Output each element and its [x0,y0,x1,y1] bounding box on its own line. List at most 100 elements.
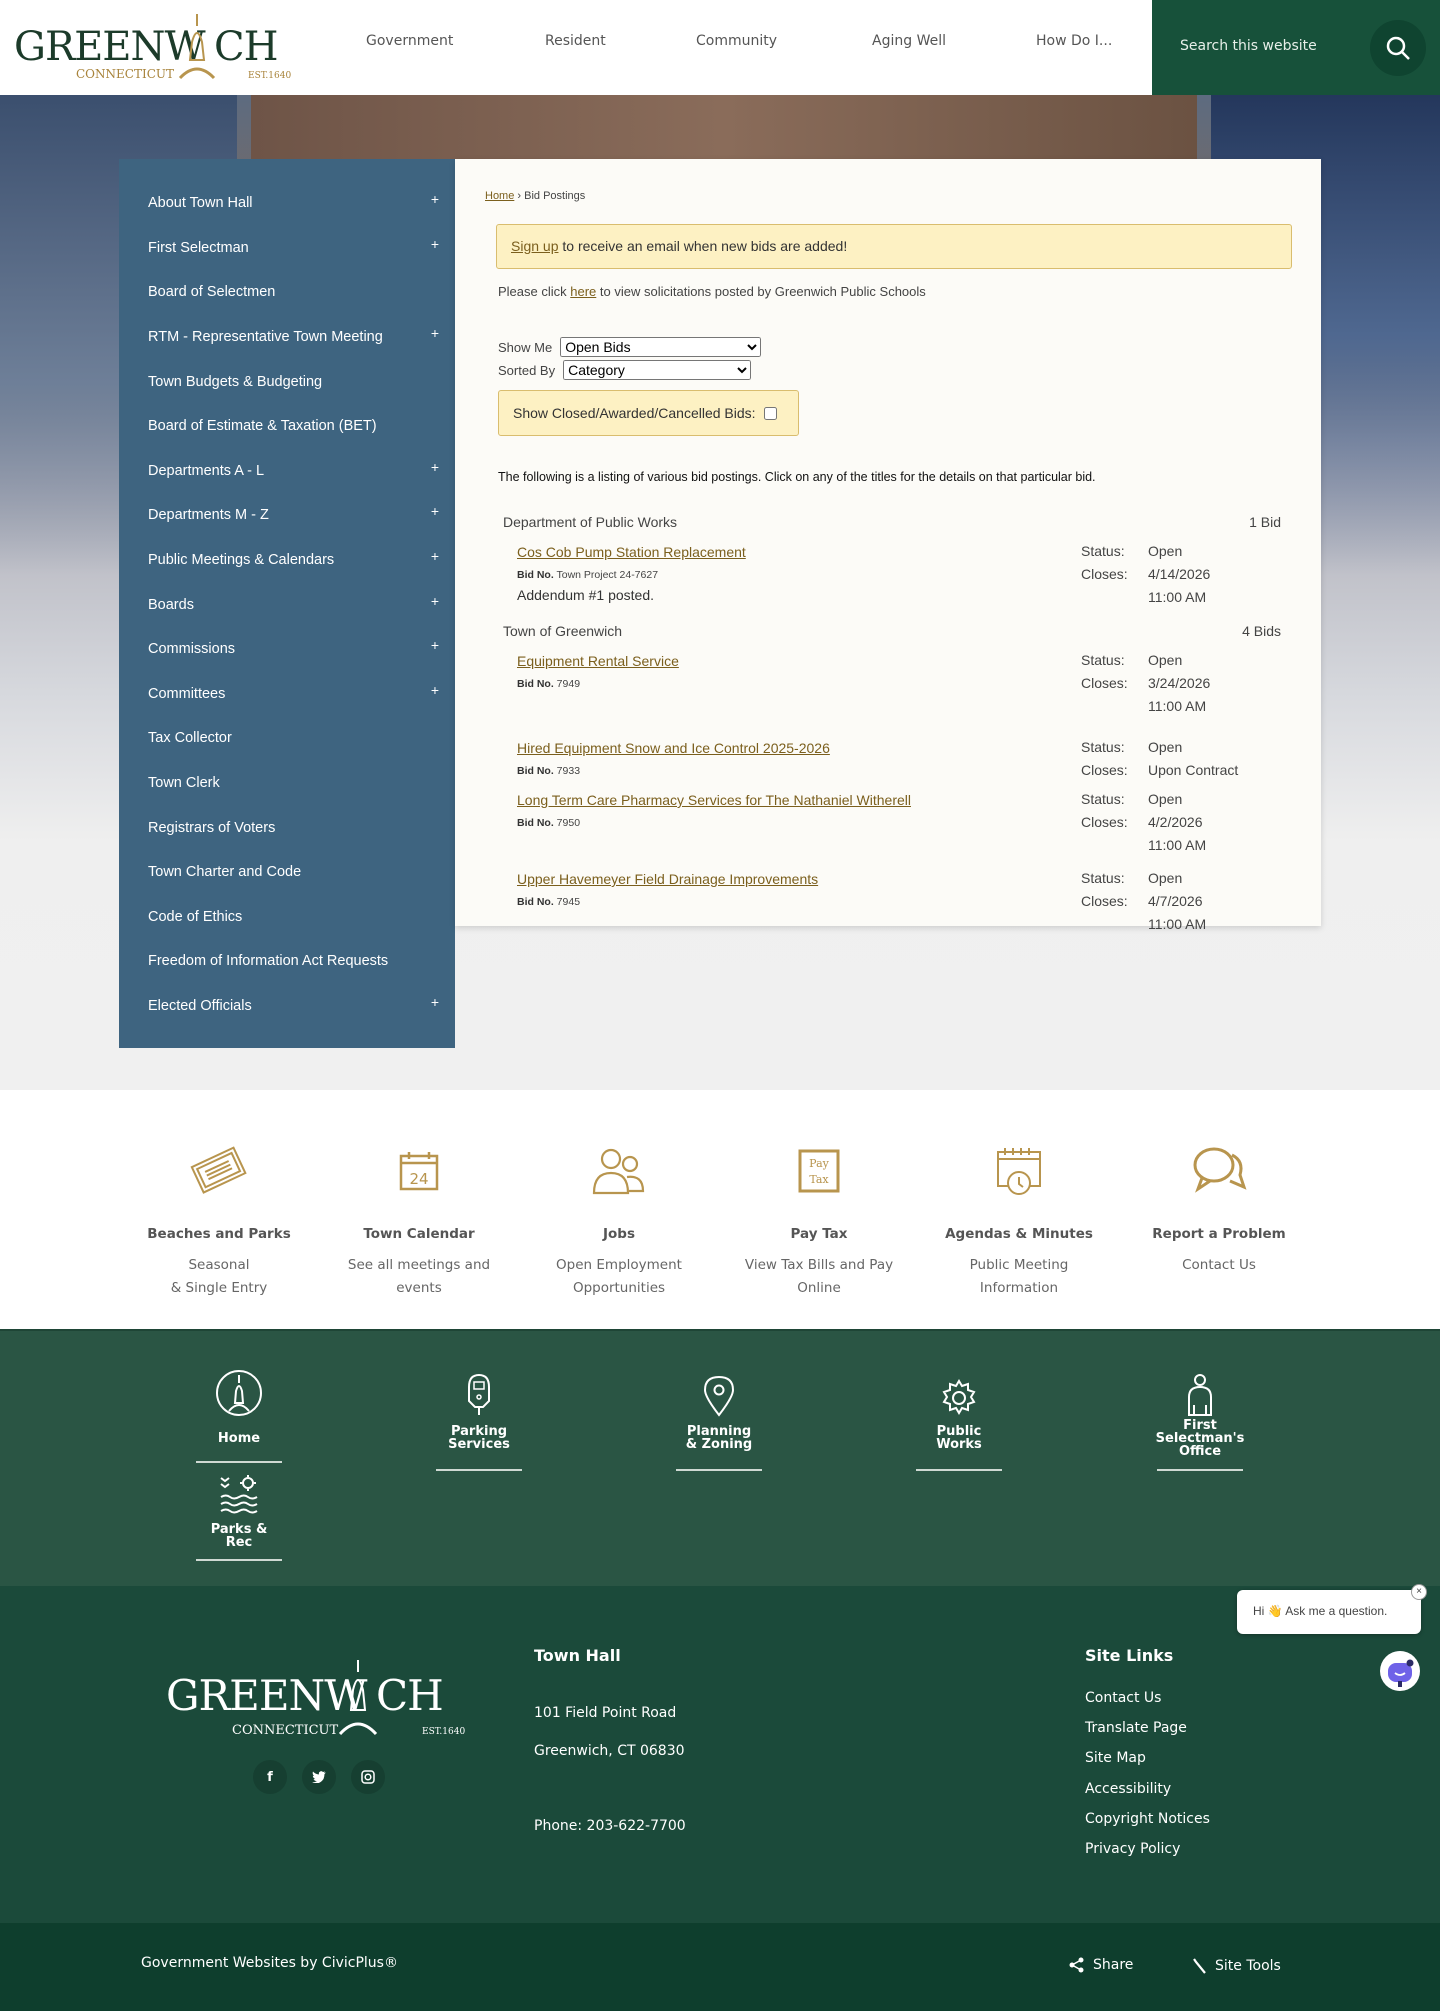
sidebar-item[interactable]: Registrars of Voters [119,805,455,850]
quick-link-town-calendar[interactable]: 24 Town Calendar See all meetings and even… [319,1140,519,1300]
category-count: 4 Bids [1242,623,1281,639]
expand-plus-icon[interactable]: + [431,503,439,519]
dept-nav-parking-services[interactable]: Parking Services [436,1365,522,1471]
sorted-by-label: Sorted By [498,362,556,378]
site-link[interactable]: Copyright Notices [1085,1811,1210,1841]
sidebar-item-label: Tax Collector [148,730,232,747]
parking-meter-icon [436,1365,522,1417]
sidebar-item[interactable]: Freedom of Information Act Requests [119,939,455,984]
closes-value: 4/7/2026 11:00 AM [1148,893,1207,932]
expand-plus-icon[interactable]: + [431,548,439,564]
sidebar-item[interactable]: Elected Officials + [119,984,455,1029]
bid-title-link[interactable]: Long Term Care Pharmacy Services for The… [517,792,1081,808]
dept-nav-planning-zoning[interactable]: Planning & Zoning [676,1365,762,1471]
dept-nav-parks-rec[interactable]: Parks & Rec [196,1463,282,1561]
nav-government[interactable]: Government [366,33,453,49]
sidebar-nav: About Town Hall + First Selectman + Board of… [119,159,455,1048]
svg-text:CH: CH [214,24,278,70]
search-button[interactable] [1370,20,1426,76]
greenwich-logo[interactable]: GREENW CH CONNECTICUT EST.1640 [14,12,304,84]
site-link[interactable]: Translate Page [1085,1720,1210,1750]
bid-number-label: Bid No. [517,765,554,777]
nav-community[interactable]: Community [696,33,777,49]
site-link[interactable]: Site Map [1085,1750,1210,1780]
bid-title-link[interactable]: Equipment Rental Service [517,653,1081,669]
site-tools-button[interactable]: Site Tools [1191,1957,1281,1975]
sidebar-item[interactable]: Departments M - Z + [119,493,455,538]
nav-how-do-i[interactable]: How Do I... [1036,33,1112,49]
svg-text:CONNECTICUT: CONNECTICUT [232,1723,339,1738]
dept-nav-label: Parking Services [448,1424,510,1452]
underline [916,1469,1002,1471]
chatbot-avatar[interactable] [1380,1651,1420,1691]
sidebar-item[interactable]: Committees + [119,672,455,717]
breadcrumb-home[interactable]: Home [485,190,514,202]
quick-link-beaches-and-parks[interactable]: Beaches and Parks Seasonal & Single Entry [119,1140,319,1300]
bid-title-link[interactable]: Upper Havemeyer Field Drainage Improveme… [517,871,1081,887]
site-link[interactable]: Privacy Policy [1085,1841,1210,1871]
expand-plus-icon[interactable]: + [431,637,439,653]
share-button[interactable]: Share [1069,1957,1133,1973]
nav-aging-well[interactable]: Aging Well [872,33,946,49]
sidebar-item[interactable]: Code of Ethics [119,895,455,940]
show-me-select[interactable]: Open Bids [560,337,762,357]
sidebar-item[interactable]: Board of Estimate & Taxation (BET) [119,404,455,449]
sidebar-item-label: Town Charter and Code [148,864,302,881]
twitter-icon[interactable] [302,1760,336,1794]
chat-bubble[interactable]: Hi 👋 Ask me a question. × [1237,1584,1427,1634]
quick-links: Beaches and Parks Seasonal & Single Entry… [0,1090,1440,1329]
sidebar-item-label: Town Clerk [148,775,220,792]
nav-resident[interactable]: Resident [545,33,606,49]
expand-plus-icon[interactable]: + [431,994,439,1010]
quick-link-jobs[interactable]: Jobs Open Employment Opportunities [519,1140,719,1300]
sidebar-item[interactable]: Town Budgets & Budgeting [119,359,455,404]
expand-plus-icon[interactable]: + [431,593,439,609]
expand-plus-icon[interactable]: + [431,236,439,252]
sorted-by-select[interactable]: Category [563,360,752,380]
sidebar-item-label: RTM - Representative Town Meeting [148,329,383,346]
bid-title-link[interactable]: Hired Equipment Snow and Ice Control 202… [517,740,1081,756]
expand-plus-icon[interactable]: + [431,325,439,341]
dept-nav-home[interactable]: Home [196,1365,282,1463]
expand-plus-icon[interactable]: + [431,682,439,698]
dept-nav-public-works[interactable]: Public Works [916,1365,1002,1471]
sidebar-item[interactable]: About Town Hall + [119,181,455,226]
chat-close-button[interactable]: × [1411,1584,1427,1600]
quick-link-report-a-problem[interactable]: Report a Problem Contact Us [1119,1140,1319,1277]
show-closed-checkbox[interactable] [763,406,777,420]
sidebar-item[interactable]: Tax Collector [119,716,455,761]
share-label: Share [1093,1957,1134,1973]
footer-logo[interactable]: GREENW CH CONNECTICUT EST.1640 [166,1658,472,1744]
sidebar-item[interactable]: Boards + [119,582,455,627]
site-link[interactable]: Contact Us [1085,1690,1210,1720]
instagram-icon[interactable] [351,1760,385,1794]
expand-plus-icon[interactable]: + [431,191,439,207]
sidebar-item[interactable]: Departments A - L + [119,449,455,494]
sidebar-item[interactable]: First Selectman + [119,226,455,271]
site-links-list: Contact Us Translate Page Site Map Accessib… [1085,1690,1210,1871]
sidebar-item[interactable]: Commissions + [119,627,455,672]
sidebar-item[interactable]: Board of Selectmen [119,270,455,315]
sidebar-item[interactable]: Town Charter and Code [119,850,455,895]
bid-title-link[interactable]: Cos Cob Pump Station Replacement [517,544,1081,560]
expand-plus-icon[interactable]: + [431,459,439,475]
sidebar-item-label: First Selectman [148,239,249,256]
sidebar-item[interactable]: Public Meetings & Calendars + [119,538,455,583]
signup-link[interactable]: Sign up [511,238,558,254]
underline [196,1559,282,1561]
civicplus-credit[interactable]: Government Websites by CivicPlus® [141,1955,398,1971]
sidebar-item[interactable]: RTM - Representative Town Meeting + [119,315,455,360]
search-input[interactable]: Search this website [1180,38,1317,54]
facebook-icon[interactable]: f [253,1760,287,1794]
sidebar-item[interactable]: Town Clerk [119,761,455,806]
site-link[interactable]: Accessibility [1085,1781,1210,1811]
schools-link[interactable]: here [570,284,596,299]
category-header: Town of Greenwich 4 Bids [503,623,1281,639]
bid-note: Addendum #1 posted. [517,587,654,603]
bid-info: Equipment Rental Service Bid No. 7949 [517,653,1081,718]
sidebar-item-label: Town Budgets & Budgeting [148,373,323,390]
quick-link-agendas-minutes[interactable]: Agendas & Minutes Public Meeting Informat… [919,1140,1119,1300]
quick-link-pay-tax[interactable]: Pay Tax Pay Tax View Tax Bills and Pay Onli… [719,1140,919,1300]
closes-label: Closes: [1081,566,1128,582]
dept-nav-first-selectman-s-office[interactable]: First Selectman's Office [1156,1365,1244,1471]
